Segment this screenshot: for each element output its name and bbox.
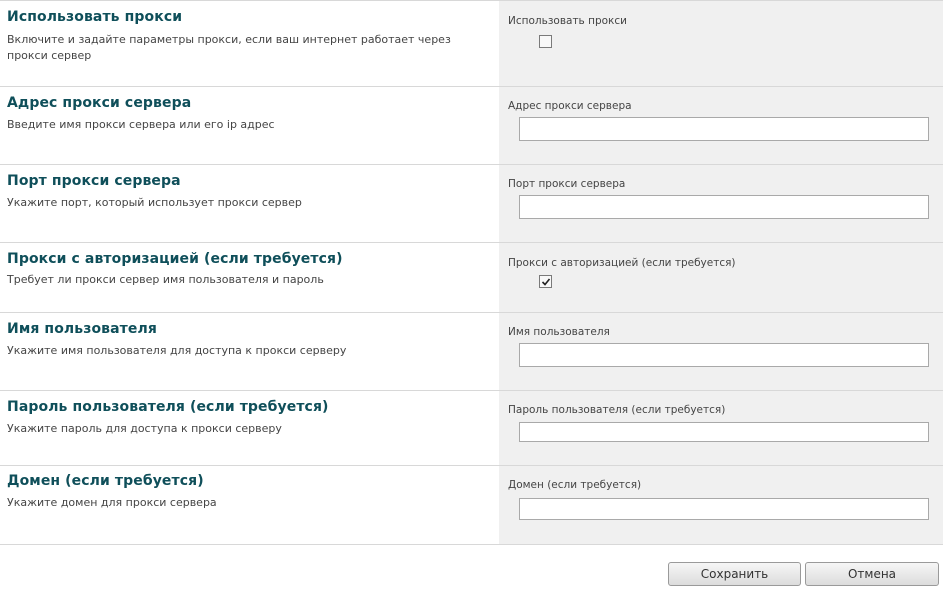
field-label: Порт прокси сервера <box>508 178 626 190</box>
field-description: Адрес прокси сервера Введите имя прокси … <box>0 87 499 164</box>
field-control-area: Порт прокси сервера <box>499 165 943 242</box>
field-help: Укажите домен для прокси сервера <box>7 496 217 509</box>
field-row-proxy-auth: Прокси с авторизацией (если требуется) Т… <box>0 243 943 313</box>
username-input[interactable] <box>519 343 929 367</box>
field-title: Прокси с авторизацией (если требуется) <box>7 251 343 267</box>
field-row-proxy-port: Порт прокси сервера Укажите порт, которы… <box>0 165 943 243</box>
field-title: Имя пользователя <box>7 321 157 337</box>
field-row-domain: Домен (если требуется) Укажите домен для… <box>0 466 943 545</box>
field-title: Порт прокси сервера <box>7 173 181 189</box>
field-description: Прокси с авторизацией (если требуется) Т… <box>0 243 499 312</box>
field-row-password: Пароль пользователя (если требуется) Ука… <box>0 391 943 466</box>
field-control-area: Домен (если требуется) <box>499 466 943 544</box>
domain-input[interactable] <box>519 498 929 520</box>
field-description: Порт прокси сервера Укажите порт, которы… <box>0 165 499 242</box>
proxy-port-input[interactable] <box>519 195 929 219</box>
save-button[interactable]: Сохранить <box>668 562 801 586</box>
use-proxy-checkbox[interactable] <box>539 35 552 48</box>
field-description: Домен (если требуется) Укажите домен для… <box>0 466 499 544</box>
field-label: Домен (если требуется) <box>508 479 642 491</box>
proxy-address-input[interactable] <box>519 117 929 141</box>
field-label: Имя пользователя <box>508 326 610 338</box>
field-row-use-proxy: Использовать прокси Включите и задайте п… <box>0 0 943 87</box>
field-label: Прокси с авторизацией (если требуется) <box>508 257 736 269</box>
field-label: Пароль пользователя (если требуется) <box>508 404 726 416</box>
field-title: Адрес прокси сервера <box>7 95 192 111</box>
field-description: Пароль пользователя (если требуется) Ука… <box>0 391 499 465</box>
field-control-area: Имя пользователя <box>499 313 943 390</box>
field-help: Введите имя прокси сервера или его ip ад… <box>7 118 275 131</box>
field-title: Использовать прокси <box>7 9 183 25</box>
proxy-settings-form: Использовать прокси Включите и задайте п… <box>0 0 943 545</box>
field-title: Домен (если требуется) <box>7 473 204 489</box>
field-label: Использовать прокси <box>508 15 627 27</box>
check-icon <box>541 277 550 286</box>
field-title: Пароль пользователя (если требуется) <box>7 399 329 415</box>
field-row-proxy-address: Адрес прокси сервера Введите имя прокси … <box>0 87 943 165</box>
password-input[interactable] <box>519 422 929 442</box>
field-row-username: Имя пользователя Укажите имя пользовател… <box>0 313 943 391</box>
proxy-auth-checkbox[interactable] <box>539 275 552 288</box>
field-help: Укажите пароль для доступа к прокси серв… <box>7 422 282 435</box>
field-control-area: Использовать прокси <box>499 1 943 86</box>
field-help: Включите и задайте параметры прокси, есл… <box>7 33 451 62</box>
field-control-area: Пароль пользователя (если требуется) <box>499 391 943 465</box>
field-description: Имя пользователя Укажите имя пользовател… <box>0 313 499 390</box>
form-footer: Сохранить Отмена <box>0 548 943 593</box>
field-help: Требует ли прокси сервер имя пользовател… <box>7 273 324 286</box>
field-control-area: Прокси с авторизацией (если требуется) <box>499 243 943 312</box>
field-label: Адрес прокси сервера <box>508 100 632 112</box>
field-help: Укажите порт, который использует прокси … <box>7 196 302 209</box>
field-description: Использовать прокси Включите и задайте п… <box>0 1 499 86</box>
cancel-button[interactable]: Отмена <box>805 562 939 586</box>
field-help: Укажите имя пользователя для доступа к п… <box>7 344 347 357</box>
field-control-area: Адрес прокси сервера <box>499 87 943 164</box>
